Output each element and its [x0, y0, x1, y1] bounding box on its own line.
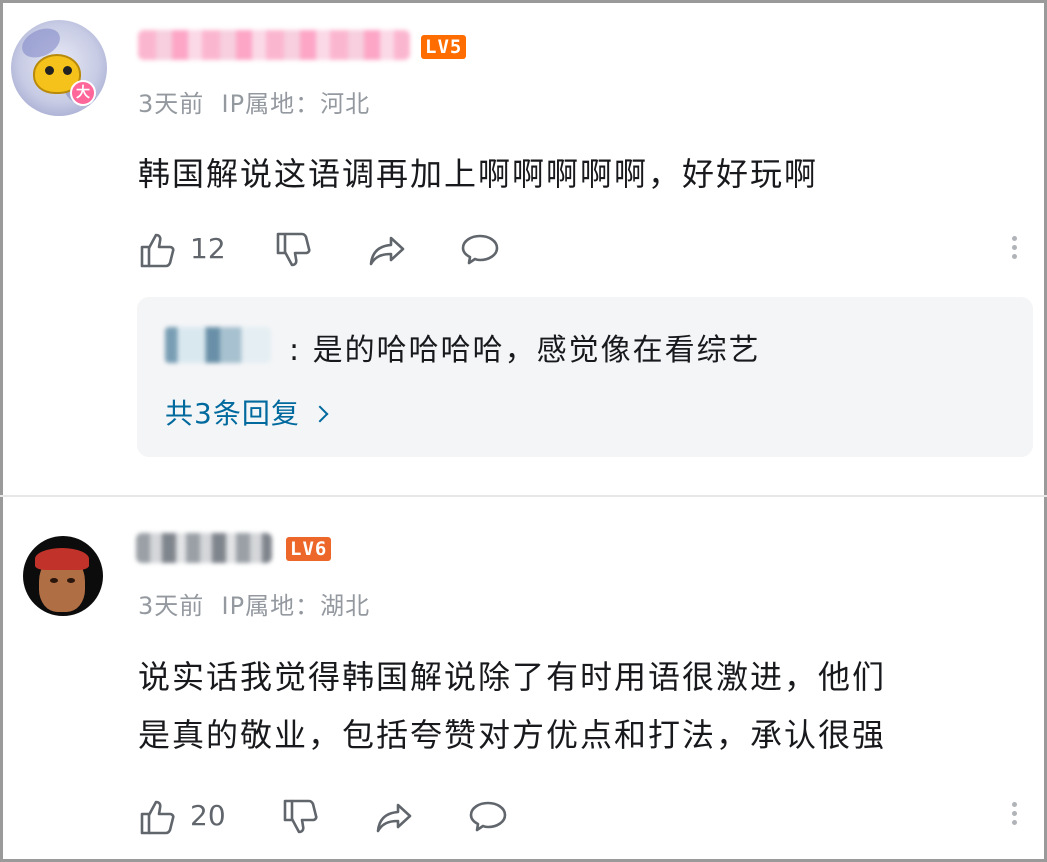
share-icon — [369, 236, 405, 266]
comment-text-line: 是真的敬业，包括夸赞对方优点和打法，承认很强 — [138, 716, 887, 754]
ip-location: IP属地：湖北 — [221, 592, 371, 620]
reply-icon — [469, 801, 507, 832]
more-icon[interactable] — [1004, 798, 1024, 838]
reply-button[interactable] — [460, 230, 500, 270]
avatar-eye — [50, 578, 58, 583]
chevron-right-icon — [311, 405, 329, 423]
dislike-button[interactable] — [274, 230, 314, 270]
username-blurred[interactable] — [136, 533, 272, 563]
dislike-button[interactable] — [281, 797, 321, 837]
comment-meta: 3天前 IP属地：湖北 — [138, 586, 370, 621]
comment-time: 3天前 — [138, 90, 205, 118]
view-replies-label: 共3条回复 — [165, 397, 300, 430]
avatar-badge: 大 — [70, 80, 96, 106]
share-icon — [376, 803, 412, 833]
like-icon — [140, 800, 175, 835]
avatar-eye — [67, 578, 75, 583]
like-button[interactable] — [138, 230, 178, 270]
like-button[interactable] — [138, 797, 178, 837]
comment-text-line: 说实话我觉得韩国解说除了有时用语很激进，他们 — [138, 658, 887, 696]
view-replies-link[interactable]: 共3条回复 — [165, 392, 329, 432]
ip-location: IP属地：河北 — [221, 90, 371, 118]
reply-username-blurred[interactable] — [165, 327, 271, 363]
level-badge: LV6 — [286, 537, 332, 561]
like-icon — [140, 233, 175, 268]
like-count: 20 — [190, 799, 226, 832]
reply-preview[interactable]: : 是的哈哈哈哈，感觉像在看综艺 共3条回复 — [137, 297, 1033, 457]
comment-text: 说实话我觉得韩国解说除了有时用语很激进，他们 是真的敬业，包括夸赞对方优点和打法… — [138, 648, 1018, 764]
reply-icon — [461, 234, 499, 265]
comment-text: 韩国解说这语调再加上啊啊啊啊啊，好好玩啊 — [138, 155, 819, 193]
dislike-icon — [276, 232, 311, 267]
avatar-bandana — [35, 548, 89, 570]
avatar[interactable] — [23, 536, 103, 616]
like-count: 12 — [190, 232, 226, 265]
share-button[interactable] — [374, 797, 414, 837]
more-icon[interactable] — [1004, 232, 1024, 272]
reply-button[interactable] — [468, 797, 508, 837]
comment-meta: 3天前 IP属地：河北 — [138, 84, 370, 119]
username-blurred[interactable] — [138, 30, 410, 60]
reply-text: : 是的哈哈哈哈，感觉像在看综艺 — [289, 333, 761, 368]
share-button[interactable] — [367, 230, 407, 270]
dislike-icon — [283, 799, 318, 834]
comment-time: 3天前 — [138, 592, 205, 620]
level-badge: LV5 — [421, 35, 467, 59]
